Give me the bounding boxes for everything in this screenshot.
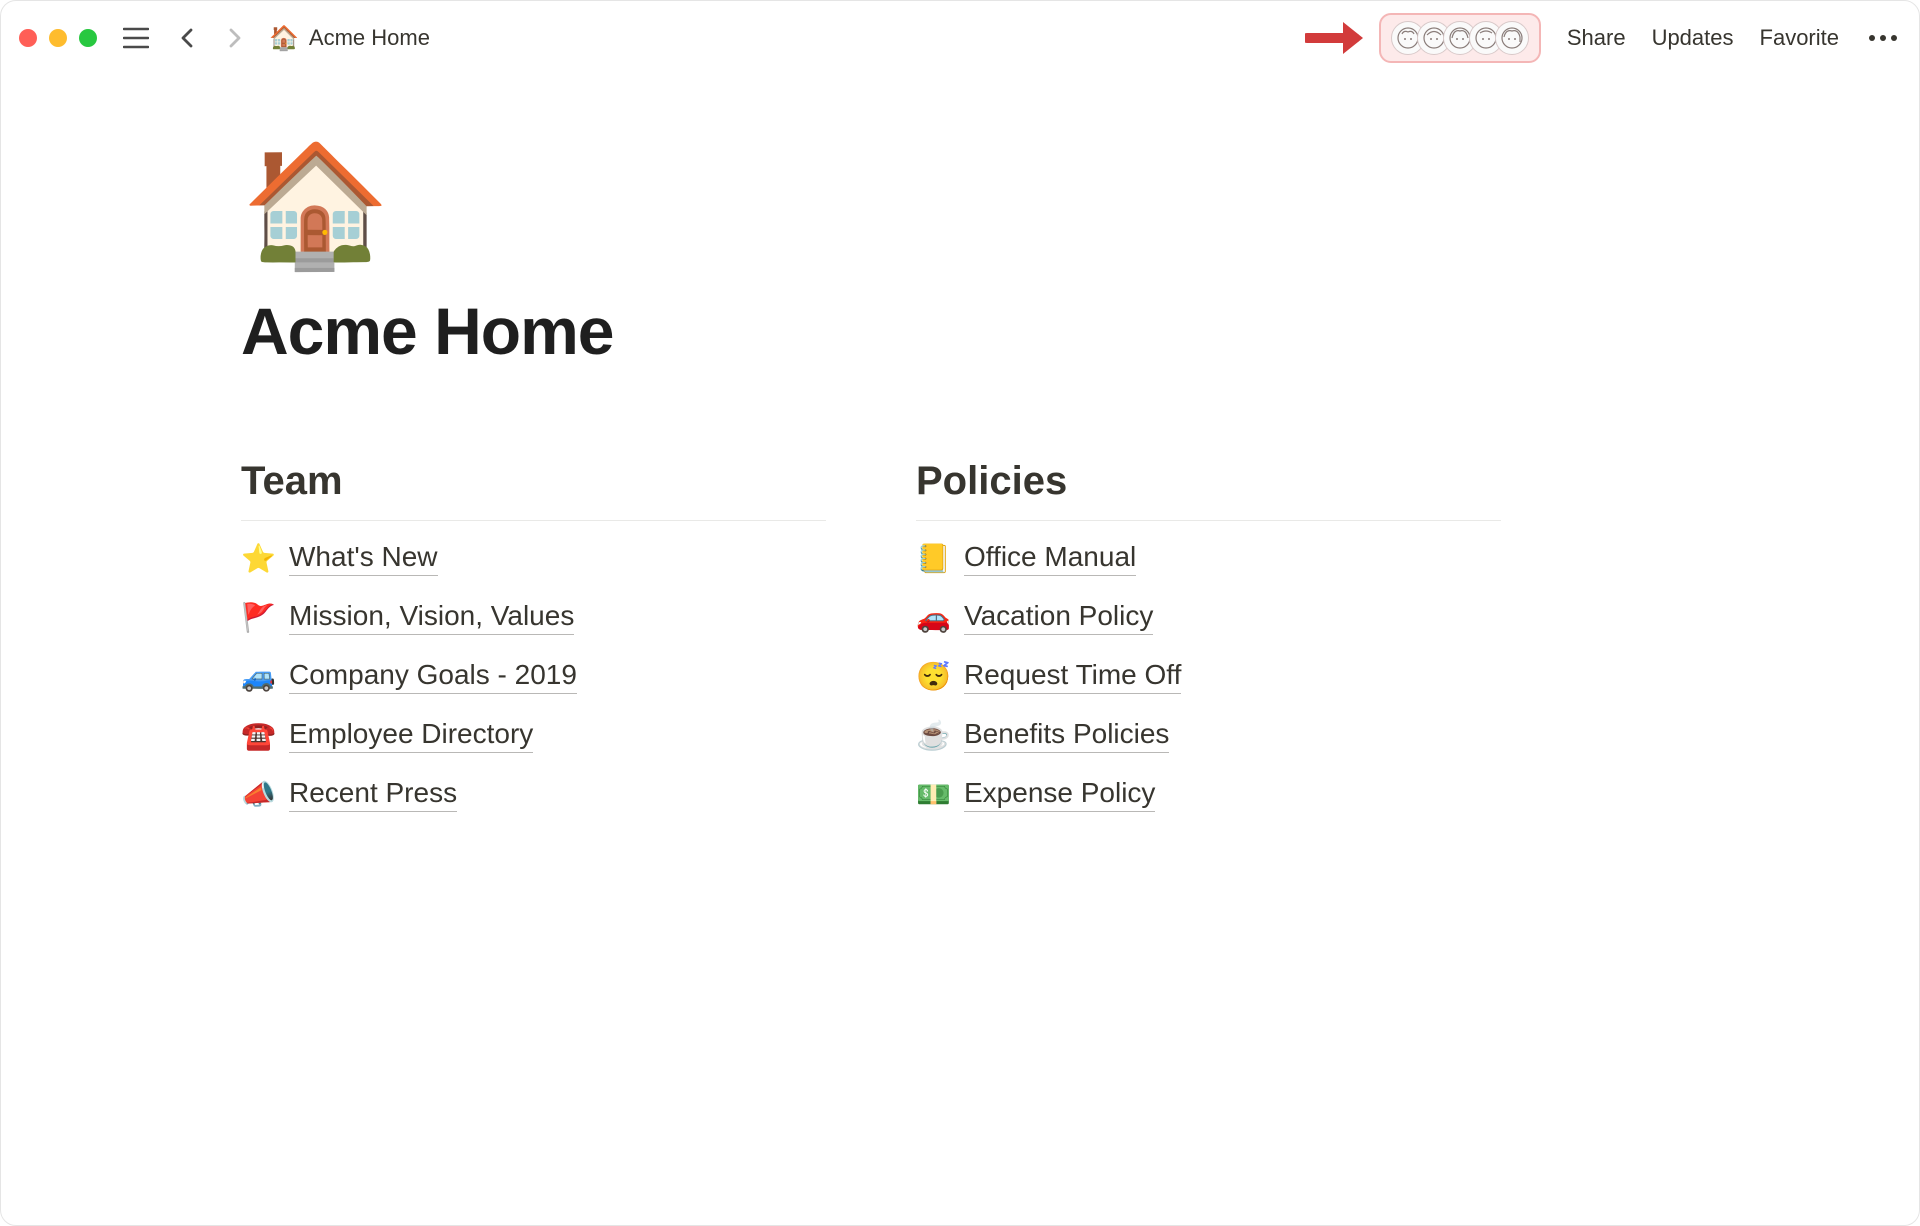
columns: Team ⭐ What's New 🚩 Mission, Vision, Val… <box>241 459 1501 812</box>
minimize-window-button[interactable] <box>49 29 67 47</box>
link-list: 📒 Office Manual 🚗 Vacation Policy 😴 Requ… <box>916 541 1501 812</box>
nav-forward-button[interactable] <box>217 21 251 55</box>
column-heading-team[interactable]: Team <box>241 459 826 521</box>
topbar-right: Share Updates Favorite <box>1305 13 1901 63</box>
page-link-expense-policy[interactable]: 💵 Expense Policy <box>916 777 1501 812</box>
column-team: Team ⭐ What's New 🚩 Mission, Vision, Val… <box>241 459 826 812</box>
page-content: 🏠 Acme Home Team ⭐ What's New 🚩 Mission,… <box>1 75 1919 1225</box>
avatar <box>1495 21 1529 55</box>
breadcrumb[interactable]: 🏠 Acme Home <box>269 24 430 53</box>
page-link-recent-press[interactable]: 📣 Recent Press <box>241 777 826 812</box>
page-link-label: Company Goals - 2019 <box>289 659 577 694</box>
car-icon: 🚗 <box>916 601 950 634</box>
page-link-benefits-policies[interactable]: ☕ Benefits Policies <box>916 718 1501 753</box>
share-button[interactable]: Share <box>1567 25 1626 51</box>
megaphone-icon: 📣 <box>241 778 275 811</box>
ellipsis-icon <box>1868 34 1898 42</box>
arrow-right-icon <box>1305 18 1367 58</box>
page-link-label: Expense Policy <box>964 777 1155 812</box>
page-link-vacation-policy[interactable]: 🚗 Vacation Policy <box>916 600 1501 635</box>
page-link-mission-vision-values[interactable]: 🚩 Mission, Vision, Values <box>241 600 826 635</box>
telephone-icon: ☎️ <box>241 719 275 752</box>
money-icon: 💵 <box>916 778 950 811</box>
favorite-button[interactable]: Favorite <box>1760 25 1839 51</box>
top-bar: 🏠 Acme Home <box>1 1 1919 75</box>
maximize-window-button[interactable] <box>79 29 97 47</box>
column-policies: Policies 📒 Office Manual 🚗 Vacation Poli… <box>916 459 1501 812</box>
breadcrumb-icon: 🏠 <box>269 24 299 53</box>
coffee-icon: ☕ <box>916 719 950 752</box>
page-link-whats-new[interactable]: ⭐ What's New <box>241 541 826 576</box>
page-link-office-manual[interactable]: 📒 Office Manual <box>916 541 1501 576</box>
sleeping-face-icon: 😴 <box>916 660 950 693</box>
page-link-label: Office Manual <box>964 541 1136 576</box>
page-icon[interactable]: 🏠 <box>241 145 1501 265</box>
sidebar-toggle-button[interactable] <box>119 21 153 55</box>
page-title[interactable]: Acme Home <box>241 293 1501 369</box>
page-link-label: Benefits Policies <box>964 718 1169 753</box>
page-link-label: Vacation Policy <box>964 600 1153 635</box>
presence-highlight <box>1305 13 1541 63</box>
breadcrumb-title: Acme Home <box>309 25 430 51</box>
page-link-label: Recent Press <box>289 777 457 812</box>
page-link-label: Request Time Off <box>964 659 1181 694</box>
page-link-company-goals[interactable]: 🚙 Company Goals - 2019 <box>241 659 826 694</box>
notebook-icon: 📒 <box>916 542 950 575</box>
close-window-button[interactable] <box>19 29 37 47</box>
page-link-label: Mission, Vision, Values <box>289 600 574 635</box>
face-icon <box>1500 26 1524 50</box>
page-link-label: What's New <box>289 541 438 576</box>
star-icon: ⭐ <box>241 542 275 575</box>
page-inner: 🏠 Acme Home Team ⭐ What's New 🚩 Mission,… <box>241 145 1501 812</box>
car-icon: 🚙 <box>241 660 275 693</box>
page-link-label: Employee Directory <box>289 718 533 753</box>
link-list: ⭐ What's New 🚩 Mission, Vision, Values 🚙… <box>241 541 826 812</box>
presence-avatars[interactable] <box>1379 13 1541 63</box>
window-controls <box>19 29 97 47</box>
column-heading-policies[interactable]: Policies <box>916 459 1501 521</box>
nav-back-button[interactable] <box>171 21 205 55</box>
updates-button[interactable]: Updates <box>1652 25 1734 51</box>
page-link-request-time-off[interactable]: 😴 Request Time Off <box>916 659 1501 694</box>
more-menu-button[interactable] <box>1865 34 1901 42</box>
flag-icon: 🚩 <box>241 601 275 634</box>
app-window: 🏠 Acme Home <box>0 0 1920 1226</box>
page-link-employee-directory[interactable]: ☎️ Employee Directory <box>241 718 826 753</box>
